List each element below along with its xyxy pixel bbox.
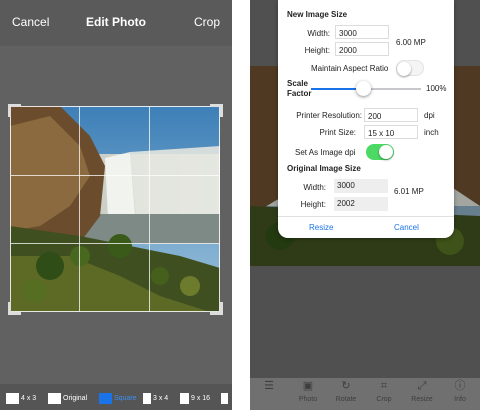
tab-crop[interactable]: ⌗ Crop xyxy=(365,380,403,405)
printer-resolution-field[interactable] xyxy=(364,108,418,122)
tab-info[interactable]: ⓘ Info xyxy=(441,380,479,405)
menu-icon: ☰ xyxy=(264,380,274,392)
crop-handle-bottom-right[interactable] xyxy=(210,302,223,315)
cancel-button[interactable]: Cancel xyxy=(394,223,419,232)
top-bar: Cancel Edit Photo Crop xyxy=(0,0,232,46)
new-width-field[interactable] xyxy=(335,25,389,39)
resize-dialog: New Image Size Width: Height: 6.00 MP Ma… xyxy=(278,0,454,238)
info-icon: ⓘ xyxy=(454,380,466,392)
tab-label: Rotate xyxy=(335,396,357,403)
original-width-value: 3000 xyxy=(334,179,388,193)
crop-grid[interactable] xyxy=(10,106,220,312)
printer-resolution-label: Printer Resolution: xyxy=(296,111,362,120)
tab-menu[interactable]: ☰ xyxy=(250,380,288,395)
ratio-label: Square xyxy=(114,395,137,402)
crop-icon: ⌗ xyxy=(380,380,388,392)
scale-label-line2: Factor xyxy=(287,89,312,98)
toggle-knob xyxy=(379,145,393,159)
ratio-label: Original xyxy=(63,395,88,402)
ratio-swatch xyxy=(48,393,61,404)
set-dpi-label: Set As Image dpi xyxy=(295,148,356,157)
original-width-label: Width: xyxy=(303,183,326,192)
tab-label: Info xyxy=(454,396,466,403)
bottom-toolbar: ☰ ▣ Photo ↻ Rotate ⌗ Crop ⤢ Resize ⓘ Inf… xyxy=(250,378,480,410)
ratio-label: 9 x 16 xyxy=(191,395,211,402)
crop-handle-bottom-left[interactable] xyxy=(8,302,21,315)
tab-rotate[interactable]: ↻ Rotate xyxy=(327,380,365,405)
scale-slider-fill xyxy=(311,88,356,90)
grid-line xyxy=(11,243,219,244)
print-size-unit: inch xyxy=(424,128,439,137)
new-size-heading: New Image Size xyxy=(287,10,348,19)
ratio-label: 3 x 4 xyxy=(153,395,169,402)
new-width-label: Width: xyxy=(307,29,330,38)
resize-icon: ⤢ xyxy=(417,380,427,392)
grid-line xyxy=(11,175,219,176)
tab-label: Photo xyxy=(298,396,318,403)
scale-slider-knob[interactable] xyxy=(356,81,371,96)
resolution-unit: dpi xyxy=(424,111,435,120)
scale-label-line1: Scale xyxy=(287,79,308,88)
tab-resize[interactable]: ⤢ Resize xyxy=(403,380,441,405)
aspect-ratio-bar: 4 x 3 Original Square 3 x 4 9 x 16 xyxy=(0,384,232,410)
original-height-value: 2002 xyxy=(334,197,388,211)
ratio-swatch xyxy=(221,393,228,404)
crop-handle-top-left[interactable] xyxy=(8,104,21,117)
new-height-field[interactable] xyxy=(335,42,389,56)
ratio-swatch xyxy=(99,393,112,404)
ratio-swatch xyxy=(6,393,19,404)
resize-button[interactable]: Resize xyxy=(309,223,333,232)
dialog-divider xyxy=(278,216,454,217)
photo-icon: ▣ xyxy=(302,380,314,392)
ratio-label: 4 x 3 xyxy=(21,395,37,402)
new-height-label: Height: xyxy=(304,46,330,55)
ratio-swatch xyxy=(180,393,189,404)
toggle-knob xyxy=(397,62,411,76)
edit-photo-screen: Cancel Edit Photo Crop 4 x 3 Original Sq… xyxy=(0,0,232,410)
crop-button[interactable]: Crop xyxy=(194,15,220,29)
rotate-icon: ↻ xyxy=(341,380,351,392)
set-dpi-toggle[interactable] xyxy=(366,144,394,160)
new-megapixels: 6.00 MP xyxy=(396,38,426,47)
print-size-label: Print Size: xyxy=(319,128,356,137)
tab-label: Resize xyxy=(411,396,433,403)
original-size-heading: Original Image Size xyxy=(287,164,361,173)
tab-photo[interactable]: ▣ Photo xyxy=(289,380,327,405)
grid-line xyxy=(149,107,150,311)
grid-line xyxy=(79,107,80,311)
crop-handle-top-right[interactable] xyxy=(210,104,223,117)
aspect-ratio-label: Maintain Aspect Ratio xyxy=(311,64,389,73)
tab-label: Crop xyxy=(376,396,392,403)
ratio-swatch xyxy=(143,393,151,404)
aspect-ratio-toggle[interactable] xyxy=(396,60,424,76)
original-megapixels: 6.01 MP xyxy=(394,187,424,196)
print-size-field[interactable] xyxy=(364,125,418,139)
scale-value: 100% xyxy=(426,84,447,93)
original-height-label: Height: xyxy=(300,200,326,209)
